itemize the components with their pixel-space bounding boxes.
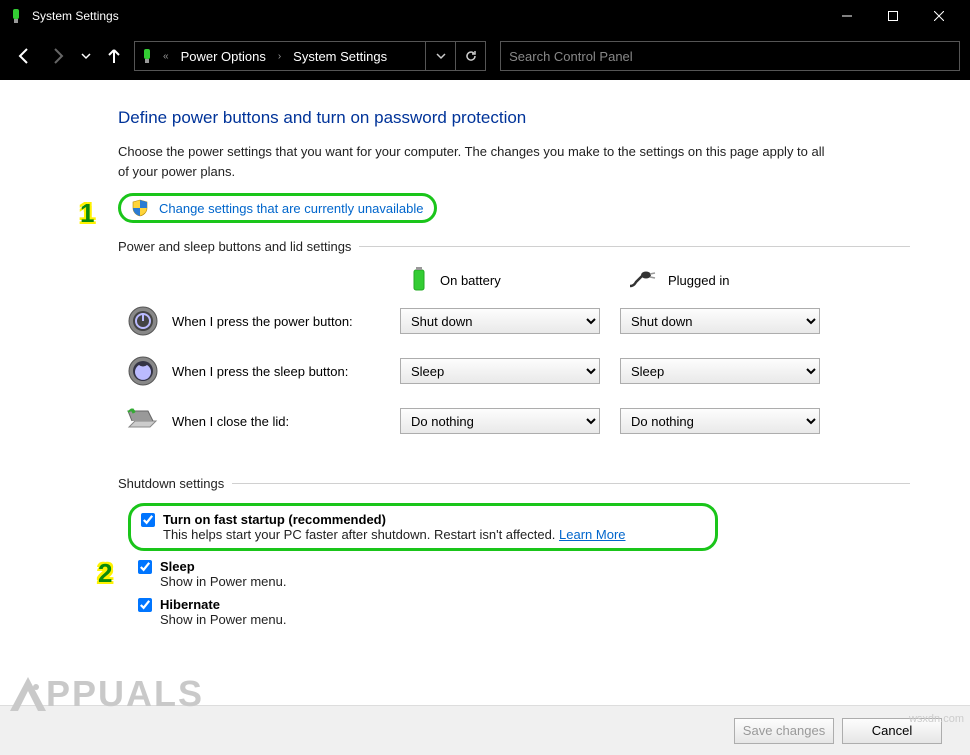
credit: wsxdn.com (909, 713, 964, 725)
change-settings-row: Change settings that are currently unava… (118, 193, 437, 223)
power-sleep-legend: Power and sleep buttons and lid settings (118, 239, 359, 254)
chevron-right-icon: › (274, 51, 285, 62)
page-description: Choose the power settings that you want … (118, 142, 838, 181)
page-heading: Define power buttons and turn on passwor… (118, 108, 910, 128)
window-title: System Settings (32, 9, 824, 23)
lid-label: When I close the lid: (172, 414, 400, 429)
sleep-button-plugged-select[interactable]: Sleep (620, 358, 820, 384)
fast-startup-title: Turn on fast startup (recommended) (163, 512, 386, 527)
col-on-battery: On battery (408, 266, 608, 294)
watermark: PPUALS (6, 673, 204, 715)
power-button-icon (126, 304, 160, 338)
titlebar: System Settings (0, 0, 970, 32)
lid-battery-select[interactable]: Do nothing (400, 408, 600, 434)
app-icon (8, 8, 24, 24)
col-plugged-in: Plugged in (628, 266, 828, 294)
fast-startup-highlight: Turn on fast startup (recommended) This … (128, 503, 718, 551)
watermark-text: PPUALS (46, 673, 204, 715)
breadcrumb-power-options[interactable]: Power Options (177, 47, 270, 66)
maximize-button[interactable] (870, 0, 916, 32)
minimize-button[interactable] (824, 0, 870, 32)
shutdown-group: Shutdown settings Turn on fast startup (… (118, 476, 910, 635)
uac-shield-icon (131, 199, 149, 217)
fast-startup-sub-text: This helps start your PC faster after sh… (163, 527, 559, 542)
learn-more-link[interactable]: Learn More (559, 527, 625, 542)
fast-startup-sub: This helps start your PC faster after sh… (163, 527, 705, 542)
sleep-button-label: When I press the sleep button: (172, 364, 400, 379)
battery-icon (408, 266, 430, 294)
annotation-2: 2 (98, 558, 112, 589)
power-sleep-group: Power and sleep buttons and lid settings… (118, 239, 910, 454)
address-bar[interactable]: « Power Options › System Settings (134, 41, 486, 71)
fast-startup-checkbox[interactable] (141, 513, 155, 527)
sleep-title: Sleep (160, 559, 195, 574)
power-button-plugged-select[interactable]: Shut down (620, 308, 820, 334)
col-on-battery-label: On battery (440, 273, 501, 288)
forward-button[interactable] (44, 42, 72, 70)
sleep-button-icon (126, 354, 160, 388)
address-icon (139, 48, 155, 64)
row-sleep-button: When I press the sleep button: Sleep Sle… (126, 354, 910, 388)
address-dropdown[interactable] (425, 42, 455, 70)
sleep-button-battery-select[interactable]: Sleep (400, 358, 600, 384)
shutdown-legend: Shutdown settings (118, 476, 232, 491)
refresh-button[interactable] (455, 42, 485, 70)
close-button[interactable] (916, 0, 962, 32)
annotation-1: 1 (80, 198, 94, 229)
row-close-lid: When I close the lid: Do nothing Do noth… (126, 404, 910, 438)
hibernate-sub: Show in Power menu. (160, 612, 910, 627)
lid-icon (126, 404, 160, 438)
hibernate-title: Hibernate (160, 597, 220, 612)
navbar: « Power Options › System Settings Search… (0, 32, 970, 80)
plug-icon (628, 270, 658, 290)
change-settings-link[interactable]: Change settings that are currently unava… (159, 201, 424, 216)
power-button-label: When I press the power button: (172, 314, 400, 329)
lid-plugged-select[interactable]: Do nothing (620, 408, 820, 434)
watermark-a-icon (6, 675, 50, 713)
breadcrumb-prefix: « (159, 51, 173, 62)
recent-dropdown[interactable] (78, 42, 94, 70)
back-button[interactable] (10, 42, 38, 70)
save-changes-button[interactable]: Save changes (734, 718, 834, 744)
up-button[interactable] (100, 42, 128, 70)
content-area: Define power buttons and turn on passwor… (0, 80, 970, 705)
power-button-battery-select[interactable]: Shut down (400, 308, 600, 334)
sleep-checkbox[interactable] (138, 560, 152, 574)
search-input[interactable]: Search Control Panel (500, 41, 960, 71)
col-plugged-in-label: Plugged in (668, 273, 729, 288)
sleep-sub: Show in Power menu. (160, 574, 910, 589)
breadcrumb-system-settings[interactable]: System Settings (289, 47, 391, 66)
hibernate-checkbox[interactable] (138, 598, 152, 612)
row-power-button: When I press the power button: Shut down… (126, 304, 910, 338)
